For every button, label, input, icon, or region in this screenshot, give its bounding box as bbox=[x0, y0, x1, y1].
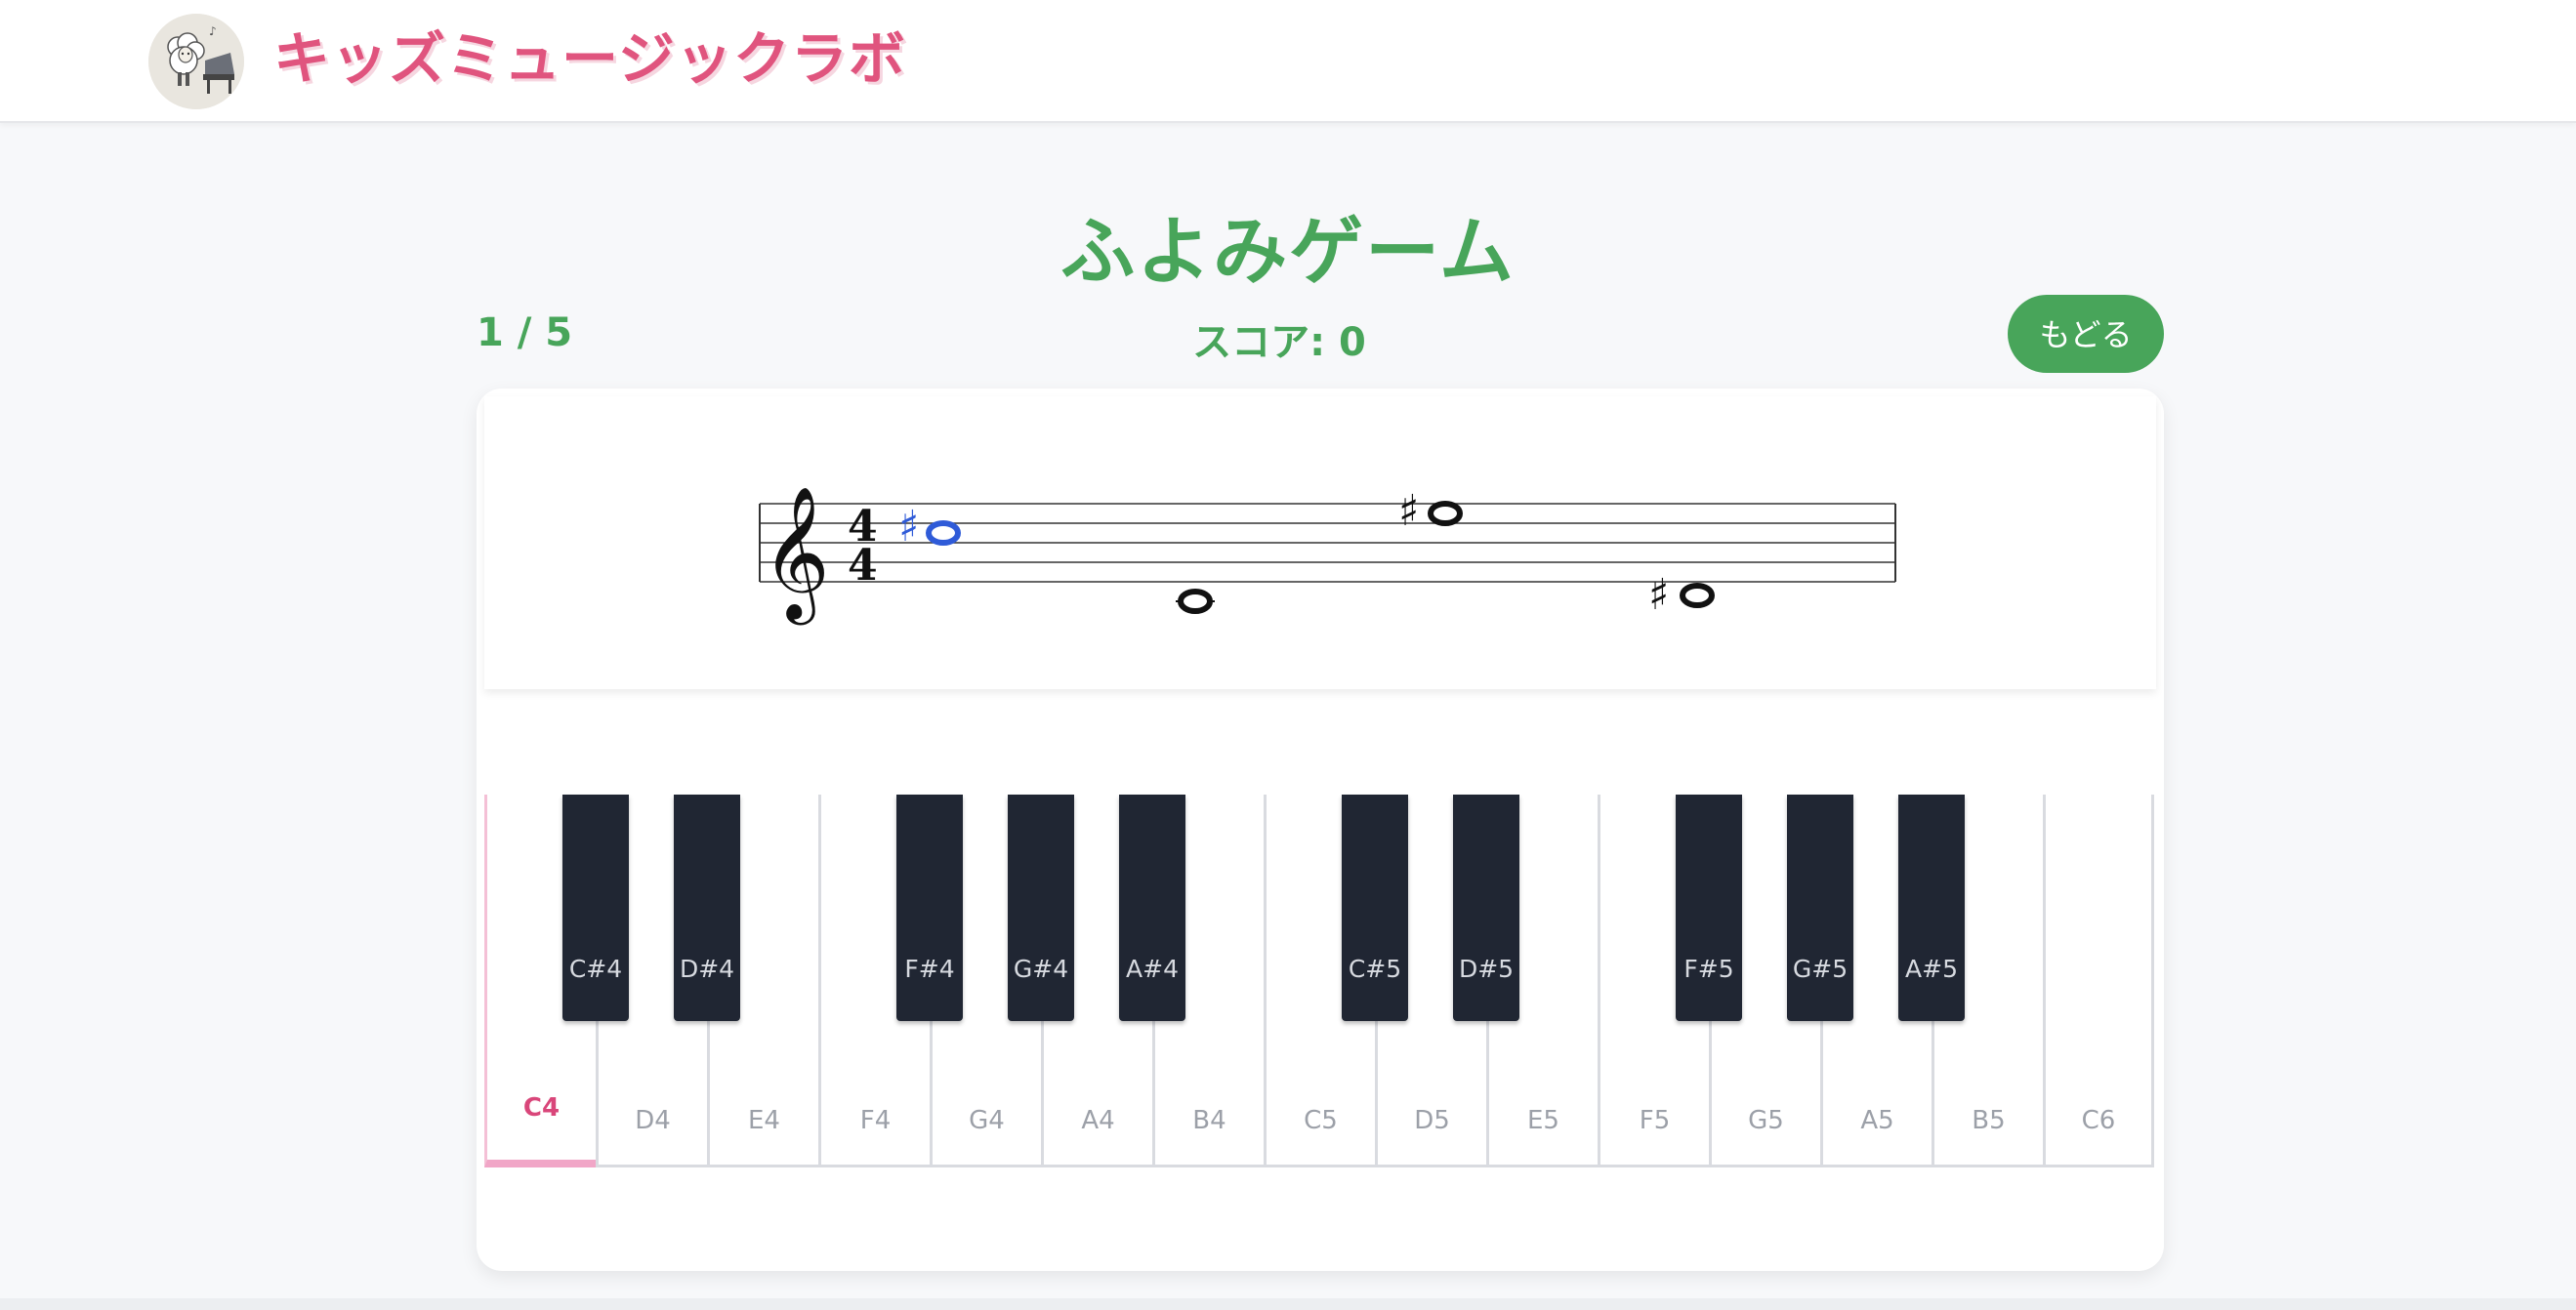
key-label: B5 bbox=[1972, 1106, 2006, 1135]
staff-note[interactable] bbox=[1176, 589, 1215, 614]
sheep-piano-logo-icon[interactable]: ♪ bbox=[148, 14, 244, 109]
key-label: C6 bbox=[2081, 1106, 2116, 1135]
app-header: ♪ キッズミュージックラボ bbox=[0, 0, 2576, 123]
staff-note-highlighted[interactable]: ♯ bbox=[898, 502, 961, 552]
key-label: A4 bbox=[1081, 1106, 1115, 1135]
svg-text:♯: ♯ bbox=[898, 502, 919, 552]
key-label: C4 bbox=[522, 1093, 561, 1123]
score-display: スコア: 0 bbox=[1192, 320, 1366, 365]
key-label: D#4 bbox=[679, 955, 735, 983]
piano-key-c6[interactable]: C6 bbox=[2043, 795, 2154, 1167]
key-label: E5 bbox=[1527, 1106, 1559, 1135]
svg-text:4: 4 bbox=[848, 541, 878, 591]
key-label: A#5 bbox=[1905, 955, 1958, 983]
key-label: A5 bbox=[1860, 1106, 1894, 1135]
key-label: C#5 bbox=[1348, 955, 1402, 983]
key-label: G#4 bbox=[1013, 955, 1069, 983]
key-label: C5 bbox=[1304, 1106, 1338, 1135]
music-staff: 𝄞 4 4 ♯ ♯ ♯ bbox=[484, 396, 2156, 689]
key-label: G4 bbox=[969, 1106, 1005, 1135]
page-bottom-edge bbox=[0, 1298, 2576, 1310]
brand-title[interactable]: キッズミュージックラボ bbox=[273, 20, 906, 98]
piano-key-c-sharp-5[interactable]: C#5 bbox=[1342, 795, 1408, 1021]
piano-key-a-sharp-4[interactable]: A#4 bbox=[1119, 795, 1185, 1021]
piano-key-c-sharp-4[interactable]: C#4 bbox=[562, 795, 629, 1021]
key-label: C#4 bbox=[568, 955, 623, 983]
back-button[interactable]: もどる bbox=[2008, 295, 2164, 373]
svg-text:♯: ♯ bbox=[1398, 486, 1419, 536]
staff-note[interactable]: ♯ bbox=[1398, 486, 1463, 536]
key-label: F#4 bbox=[904, 955, 955, 983]
piano-key-d-sharp-5[interactable]: D#5 bbox=[1453, 795, 1519, 1021]
piano-key-f-sharp-5[interactable]: F#5 bbox=[1676, 795, 1742, 1021]
piano-keyboard: C4 D4 E4 F4 G4 A4 B4 C5 D5 E5 F5 G5 A5 B… bbox=[484, 795, 2156, 1169]
key-label: G5 bbox=[1748, 1106, 1784, 1135]
piano-key-f-sharp-4[interactable]: F#4 bbox=[896, 795, 963, 1021]
key-label: B4 bbox=[1192, 1106, 1226, 1135]
key-label: D4 bbox=[635, 1106, 671, 1135]
staff-note[interactable]: ♯ bbox=[1648, 570, 1715, 620]
page-title: ふよみゲーム bbox=[1060, 208, 1516, 295]
time-signature: 4 4 bbox=[848, 502, 878, 591]
treble-clef-icon: 𝄞 bbox=[762, 484, 830, 625]
key-label: F4 bbox=[859, 1106, 892, 1135]
piano-key-g-sharp-5[interactable]: G#5 bbox=[1787, 795, 1853, 1021]
svg-text:♪: ♪ bbox=[209, 24, 217, 38]
game-card: 𝄞 4 4 ♯ ♯ ♯ C4 D4 E4 F4 G4 A4 B4 C5 D5 E… bbox=[477, 389, 2164, 1271]
svg-text:♯: ♯ bbox=[1648, 570, 1669, 620]
key-label: A#4 bbox=[1126, 955, 1179, 983]
staff-lines bbox=[759, 503, 1896, 583]
key-label: D#5 bbox=[1458, 955, 1515, 983]
key-label: F#5 bbox=[1683, 955, 1734, 983]
key-label: E4 bbox=[748, 1106, 780, 1135]
key-label: D5 bbox=[1414, 1106, 1450, 1135]
key-label: G#5 bbox=[1792, 955, 1849, 983]
question-progress: 1 / 5 bbox=[477, 310, 573, 355]
piano-key-d-sharp-4[interactable]: D#4 bbox=[674, 795, 740, 1021]
key-label: F5 bbox=[1639, 1106, 1671, 1135]
piano-key-a-sharp-5[interactable]: A#5 bbox=[1898, 795, 1965, 1021]
piano-key-g-sharp-4[interactable]: G#4 bbox=[1008, 795, 1074, 1021]
